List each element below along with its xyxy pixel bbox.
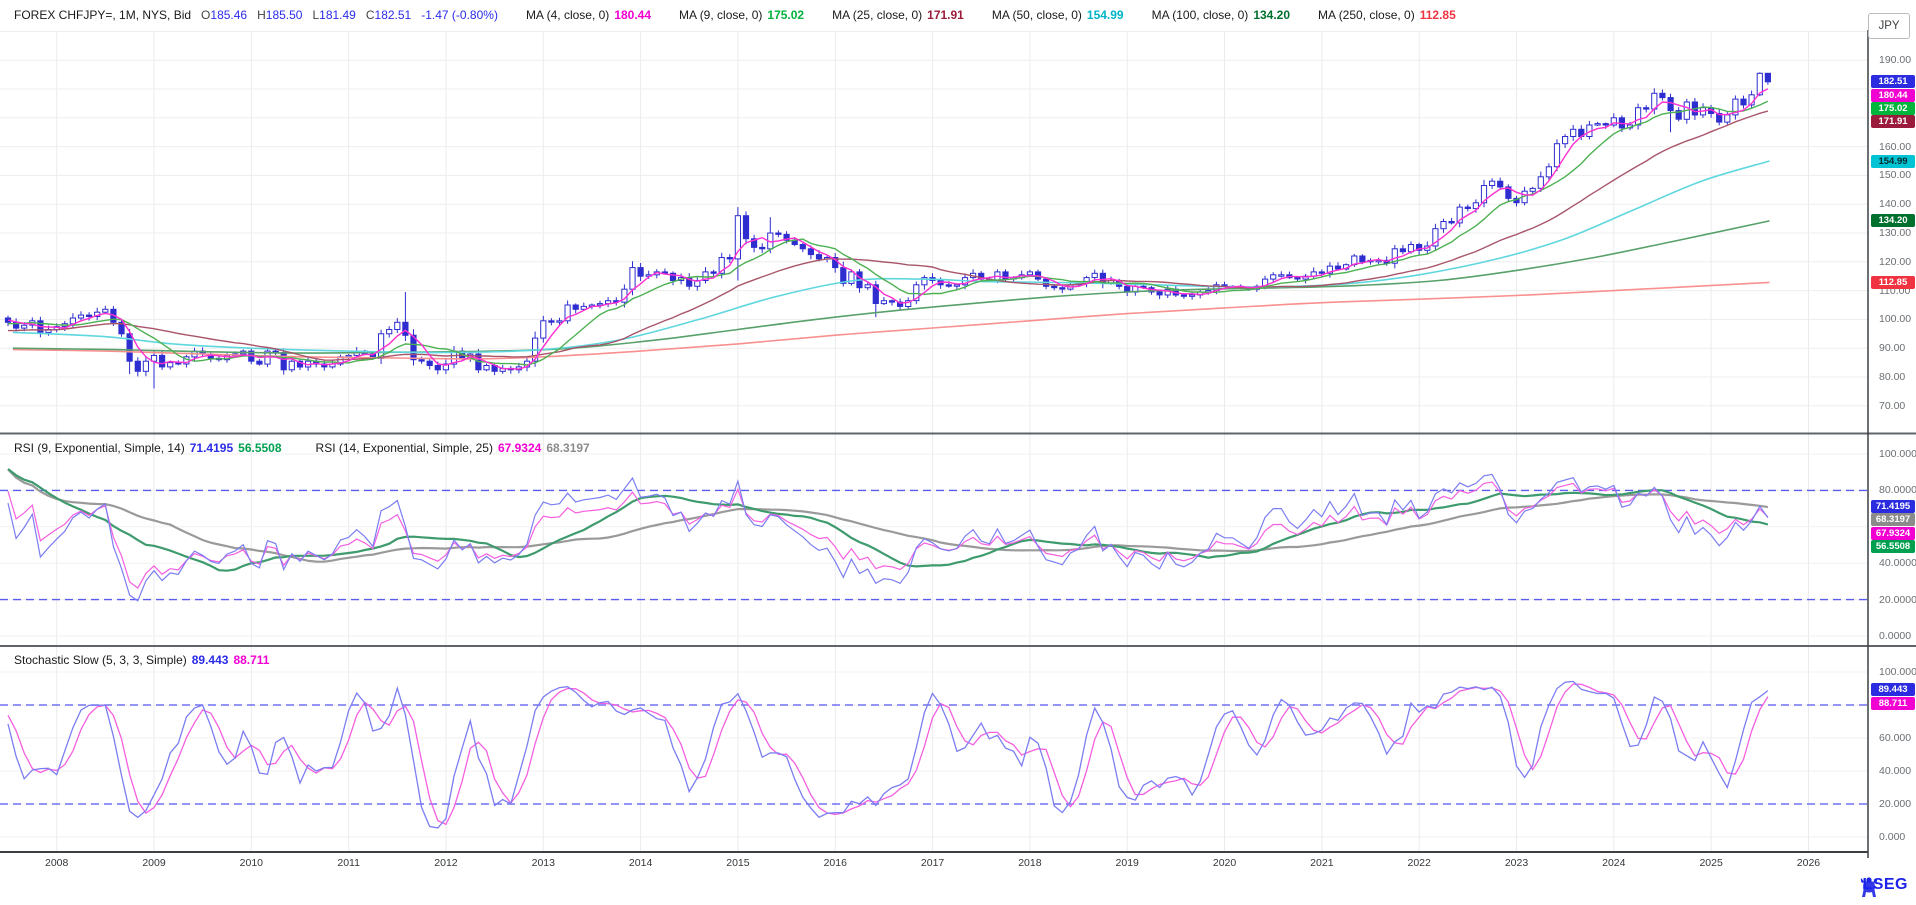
year-label: 2009 (142, 857, 165, 869)
price-tick-label: 130.00 (1879, 227, 1911, 239)
year-label: 2019 (1116, 857, 1139, 869)
rsi-legend[interactable]: RSI (9, Exponential, Simple, 14)71.41955… (14, 441, 624, 455)
ohlc-value: C182.51 (366, 8, 411, 22)
year-label: 2023 (1505, 857, 1528, 869)
price-tick-label: 100.00 (1879, 313, 1911, 325)
year-label: 2020 (1213, 857, 1236, 869)
axis-price-badge: 175.02 (1871, 102, 1915, 115)
price-tick-label: 190.00 (1879, 54, 1911, 66)
axis-price-badge: 88.711 (1871, 697, 1915, 710)
year-label: 2010 (240, 857, 263, 869)
price-tick-label: 120.00 (1879, 256, 1911, 268)
year-label: 2025 (1699, 857, 1722, 869)
year-label: 2018 (1018, 857, 1041, 869)
instrument-title: FOREX CHFJPY=, 1M, NYS, Bid (14, 8, 191, 22)
axis-price-badge: 89.443 (1871, 683, 1915, 696)
axis-price-badge: 68.3197 (1871, 513, 1915, 526)
year-label: 2026 (1797, 857, 1820, 869)
lseg-logo: LSEG (1857, 876, 1908, 894)
rsi-tick-label: 100.0000 (1879, 448, 1916, 460)
indicator-legend-item[interactable]: RSI (9, Exponential, Simple, 14)71.41955… (14, 441, 282, 455)
ma-legend-item[interactable]: MA (250, close, 0)112.85 (1318, 8, 1456, 22)
stoch-tick-label: 100.000 (1879, 666, 1916, 678)
ma-legend-item[interactable]: MA (100, close, 0)134.20 (1152, 8, 1290, 22)
ma-legend-item[interactable]: MA (50, close, 0)154.99 (992, 8, 1124, 22)
currency-axis-button[interactable]: JPY (1868, 13, 1910, 39)
rsi-tick-label: 0.0000 (1879, 630, 1911, 642)
axis-price-badge: 67.9324 (1871, 527, 1915, 540)
year-label: 2008 (45, 857, 68, 869)
ma-legend-item[interactable]: MA (25, close, 0)171.91 (832, 8, 964, 22)
stoch-tick-label: 20.000 (1879, 798, 1911, 810)
rsi-tick-label: 40.0000 (1879, 557, 1916, 569)
year-label: 2015 (726, 857, 749, 869)
year-label: 2014 (629, 857, 652, 869)
rsi-tick-label: 80.0000 (1879, 484, 1916, 496)
ma-legend-item[interactable]: MA (4, close, 0)180.44 (526, 8, 651, 22)
ma-legend-item[interactable]: MA (9, close, 0)175.02 (679, 8, 804, 22)
stoch-tick-label: 60.000 (1879, 732, 1911, 744)
year-label: 2016 (824, 857, 847, 869)
year-label: 2013 (532, 857, 555, 869)
ohlc-value: L181.49 (312, 8, 355, 22)
rsi-tick-label: 20.0000 (1879, 594, 1916, 606)
net-change: -1.47 (-0.80%) (421, 8, 498, 22)
axis-price-badge: 71.4195 (1871, 500, 1915, 513)
year-label: 2024 (1602, 857, 1625, 869)
ohlc-group: O185.46 H185.50 L181.49 C182.51 (191, 8, 411, 22)
ma-legend-group: MA (4, close, 0)180.44 MA (9, close, 0)17… (498, 8, 1456, 22)
price-tick-label: 80.00 (1879, 371, 1905, 383)
axis-price-badge: 182.51 (1871, 75, 1915, 88)
year-label: 2022 (1407, 857, 1430, 869)
axis-price-badge: 180.44 (1871, 89, 1915, 102)
stoch-tick-label: 40.000 (1879, 765, 1911, 777)
axis-price-badge: 154.99 (1871, 155, 1915, 168)
stoch-tick-label: 0.000 (1879, 831, 1905, 843)
price-tick-label: 70.00 (1879, 400, 1905, 412)
year-label: 2017 (921, 857, 944, 869)
axis-price-badge: 112.85 (1871, 276, 1915, 289)
price-tick-label: 160.00 (1879, 141, 1911, 153)
chart-window: FOREX CHFJPY=, 1M, NYS, Bid O185.46 H185.… (0, 0, 1916, 905)
price-tick-label: 140.00 (1879, 198, 1911, 210)
indicator-legend-item[interactable]: Stochastic Slow (5, 3, 3, Simple)89.4438… (14, 653, 269, 667)
price-tick-label: 150.00 (1879, 169, 1911, 181)
price-tick-label: 90.00 (1879, 342, 1905, 354)
axis-price-badge: 171.91 (1871, 115, 1915, 128)
ohlc-value: H185.50 (257, 8, 302, 22)
price-legend[interactable]: FOREX CHFJPY=, 1M, NYS, Bid O185.46 H185.… (14, 8, 1456, 22)
lseg-lion-icon (1857, 876, 1881, 898)
year-label: 2012 (434, 857, 457, 869)
year-label: 2021 (1310, 857, 1333, 869)
indicator-legend-item[interactable]: RSI (14, Exponential, Simple, 25)67.9324… (316, 441, 590, 455)
axis-price-badge: 56.5508 (1871, 540, 1915, 553)
ohlc-value: O185.46 (201, 8, 247, 22)
axis-price-badge: 134.20 (1871, 214, 1915, 227)
year-label: 2011 (337, 857, 360, 869)
stochastic-legend[interactable]: Stochastic Slow (5, 3, 3, Simple)89.4438… (14, 653, 303, 667)
